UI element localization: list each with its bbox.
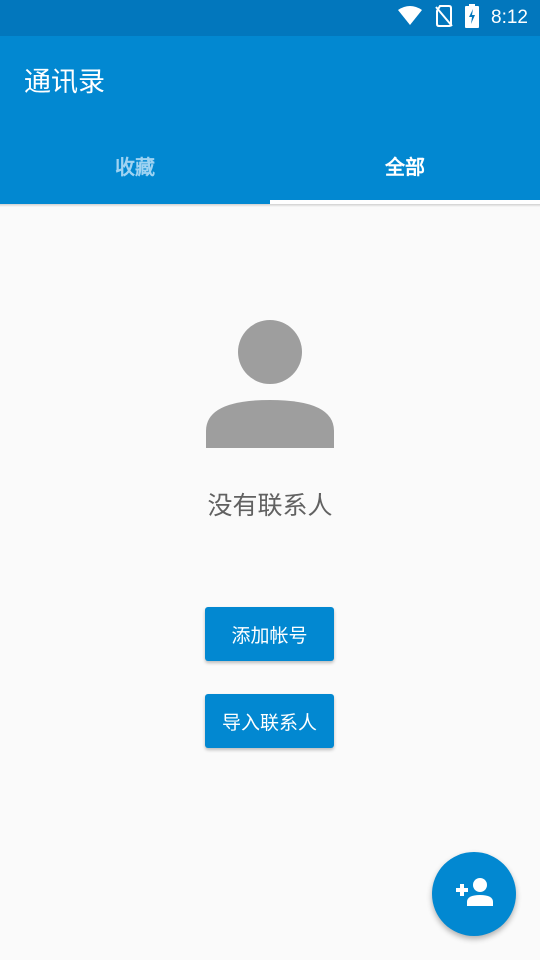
empty-state-message: 没有联系人 <box>207 491 333 520</box>
status-time: 8:12 <box>491 7 528 28</box>
import-contacts-button[interactable]: 导入联系人 <box>205 694 334 748</box>
import-contacts-label: 导入联系人 <box>221 711 317 734</box>
tab-all[interactable]: 全部 <box>270 126 540 204</box>
tab-favorites-label: 收藏 <box>115 154 155 179</box>
app-title: 通讯录 <box>24 67 105 98</box>
tab-favorites[interactable]: 收藏 <box>0 126 270 204</box>
battery-charging-icon <box>465 4 480 32</box>
wifi-icon <box>397 6 423 30</box>
tab-all-label: 全部 <box>385 154 425 179</box>
no-sim-icon <box>435 5 453 31</box>
status-icons: 8:12 <box>397 0 528 36</box>
add-person-icon <box>454 875 494 913</box>
status-bar: 8:12 <box>0 0 540 36</box>
app-bar: 通讯录 收藏 全部 <box>0 36 540 204</box>
tab-bar: 收藏 全部 <box>0 126 540 204</box>
app-bar-shadow <box>0 204 540 207</box>
person-silhouette-icon <box>205 319 335 449</box>
add-account-label: 添加帐号 <box>231 624 308 647</box>
add-contact-fab[interactable] <box>432 852 516 936</box>
add-account-button[interactable]: 添加帐号 <box>205 607 334 661</box>
